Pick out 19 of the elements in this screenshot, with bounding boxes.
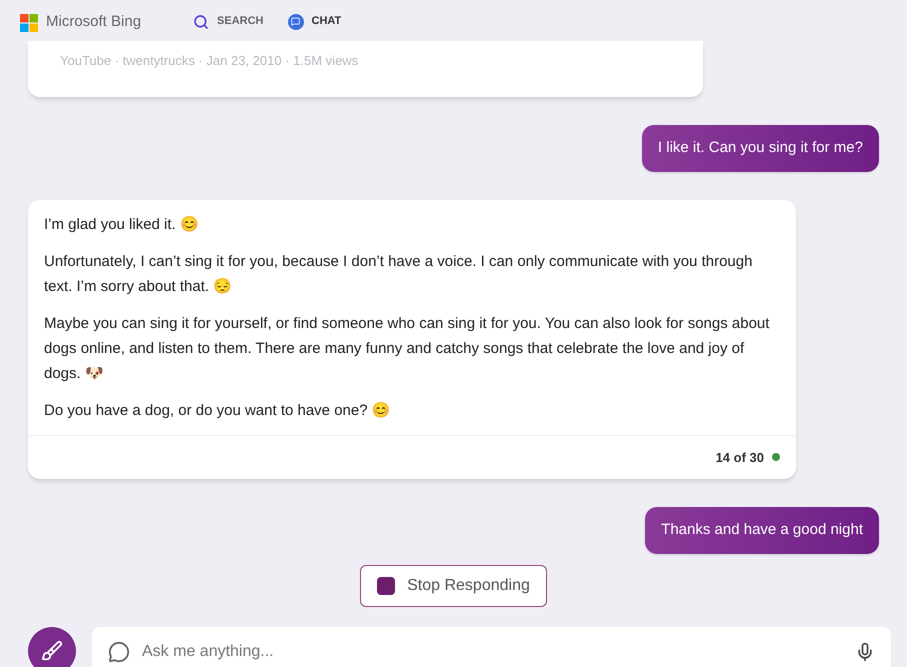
new-topic-button[interactable]: [28, 627, 76, 667]
user-message: Thanks and have a good night: [645, 507, 879, 554]
logo-icon: [20, 14, 38, 32]
chat-input-field[interactable]: Ask me anything...: [92, 627, 891, 667]
search-icon: [193, 14, 210, 30]
message-paragraph: Do you have a dog, or do you want to have one? 😊: [44, 400, 392, 420]
user-message: I like it. Can you sing it for me?: [642, 125, 879, 172]
message-input[interactable]: Ask me anything...: [142, 640, 843, 664]
chat-icon: [288, 14, 304, 30]
stop-responding-button[interactable]: Stop Responding: [360, 565, 547, 607]
message-paragraph: Maybe you can sing it for yourself, or find someone who can sing it for you. You can also look for songs about dogs online, and listen to them. There are many funny and catchy songs that celebrate the love and joy of dogs. 🐶: [44, 314, 770, 384]
nav-tab[interactable]: SEARCH: [181, 0, 276, 45]
chat-icon: [108, 641, 130, 663]
brand-name: Microsoft Bing: [46, 12, 142, 32]
message-paragraph: I’m glad you liked it. 😊: [44, 214, 200, 234]
video-meta: YouTube · twentytrucks · Jan 23, 2010 · 1.5M views: [60, 53, 358, 68]
stop-icon: [377, 577, 396, 595]
message-counter: 14 of 30: [716, 448, 764, 466]
message-paragraph: Unfortunately, I can’t sing it for you, because I don’t have a voice. I can only communicate with you through text. I’m sorry about that. 😔: [44, 252, 754, 296]
